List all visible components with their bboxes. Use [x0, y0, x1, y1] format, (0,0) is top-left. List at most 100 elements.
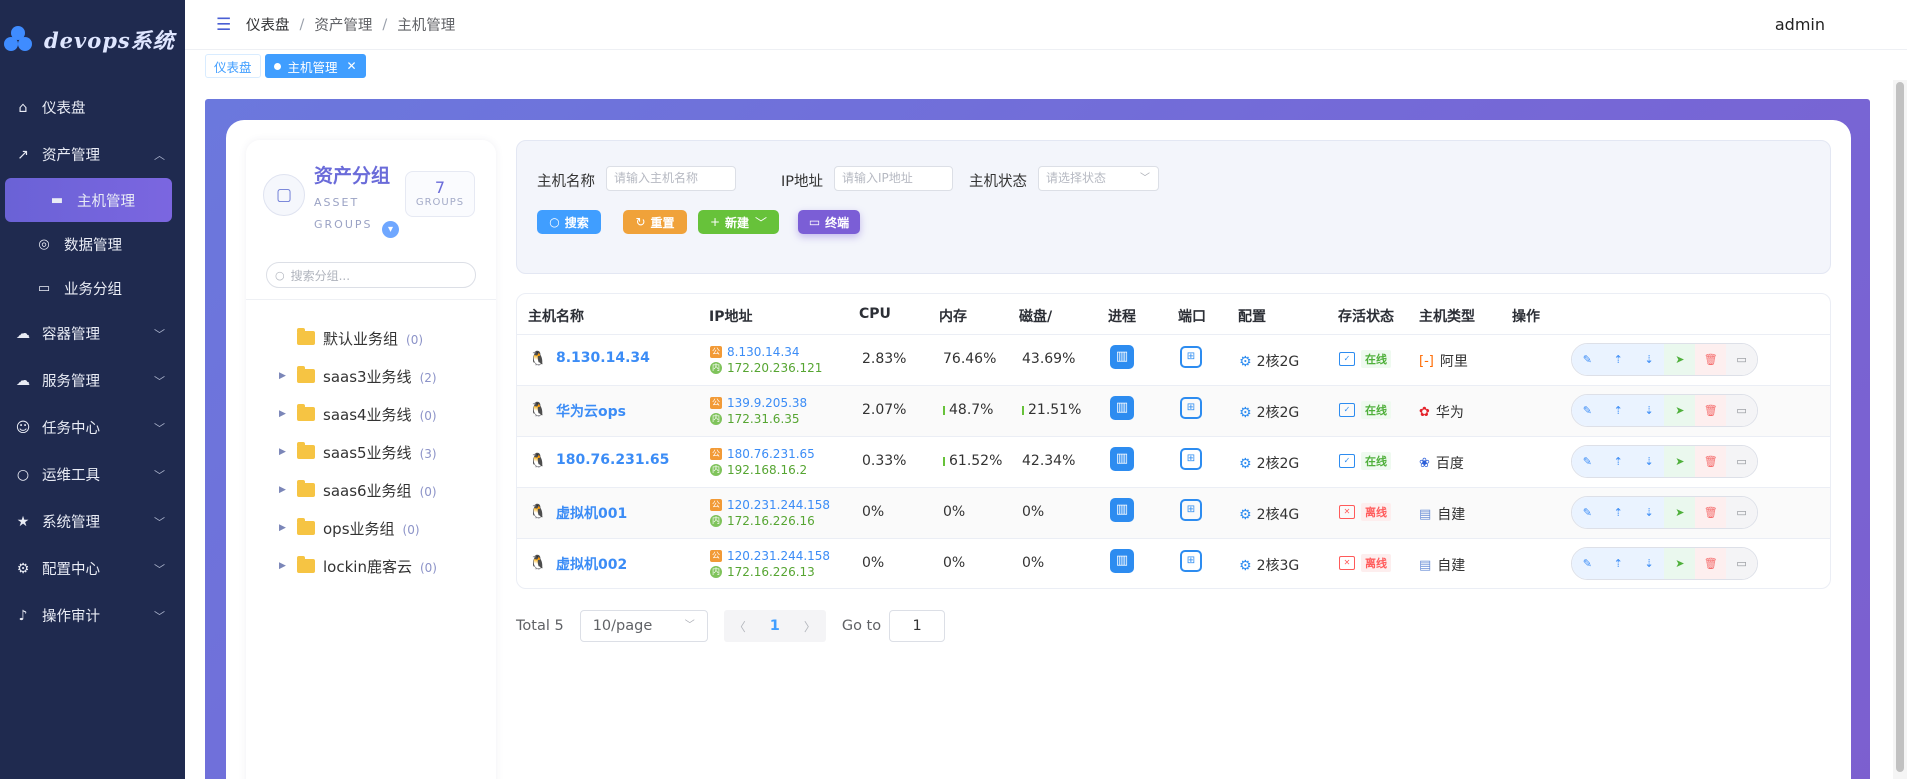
host-name-link[interactable]: 8.130.14.34: [556, 350, 650, 366]
column-header: 磁盘/: [1019, 309, 1053, 325]
sidebar-item-business-group[interactable]: ▭ 业务分组: [0, 266, 185, 310]
port-icon[interactable]: ⊞: [1180, 397, 1202, 419]
goto-input[interactable]: 1: [889, 610, 946, 642]
sidebar-item-config[interactable]: ⚙ 配置中心 ﹀: [0, 545, 185, 592]
next-page-icon[interactable]: 〉: [804, 618, 816, 635]
edit-icon[interactable]: ✎: [1572, 497, 1603, 528]
sidebar-item-data-management[interactable]: ◎ 数据管理: [0, 222, 185, 266]
terminal-button[interactable]: ▭ 终端: [798, 210, 860, 234]
process-chart-icon[interactable]: ▥: [1110, 396, 1134, 420]
caret-right-icon[interactable]: ▶: [279, 447, 286, 457]
group-item[interactable]: ▶ saas3业务线 (2): [246, 357, 496, 395]
delete-icon[interactable]: 🗑: [1695, 446, 1727, 477]
page-size-select[interactable]: 10/page ﹀: [579, 610, 708, 642]
delete-icon[interactable]: 🗑: [1695, 395, 1727, 426]
group-item[interactable]: ▶ saas6业务组 (0): [246, 471, 496, 509]
sidebar-item-assets[interactable]: ↗ 资产管理 ︿: [0, 131, 185, 178]
upload-icon[interactable]: ⇡: [1602, 344, 1634, 375]
page-number[interactable]: 1: [770, 618, 780, 634]
edit-icon[interactable]: ✎: [1572, 395, 1603, 426]
sidebar-item-audit[interactable]: ♪ 操作审计 ﹀: [0, 592, 185, 639]
sidebar-item-system[interactable]: ★ 系统管理 ﹀: [0, 498, 185, 545]
edit-icon[interactable]: ✎: [1572, 446, 1603, 477]
host-name-link[interactable]: 虚拟机002: [556, 554, 627, 574]
group-search-input[interactable]: ○ 搜索分组...: [266, 262, 476, 288]
breadcrumb-item[interactable]: 仪表盘: [246, 14, 290, 35]
chevron-down-icon[interactable]: ▾: [382, 221, 399, 238]
upload-icon[interactable]: ⇡: [1602, 395, 1634, 426]
presentation-icon: ▢: [263, 174, 305, 216]
user-menu[interactable]: admin: [1775, 15, 1825, 34]
cpu-value: 0.33%: [862, 453, 907, 469]
process-chart-icon[interactable]: ▥: [1110, 345, 1134, 369]
caret-right-icon[interactable]: ▶: [279, 371, 286, 381]
caret-right-icon[interactable]: ▶: [279, 485, 286, 495]
linux-icon: 🐧: [529, 402, 547, 418]
delete-icon[interactable]: 🗑: [1695, 497, 1727, 528]
send-icon[interactable]: ➤: [1664, 344, 1696, 375]
port-icon[interactable]: ⊞: [1180, 550, 1202, 572]
menu-fold-icon[interactable]: ☰: [216, 15, 234, 35]
group-search-placeholder: 搜索分组...: [290, 268, 351, 283]
host-name-link[interactable]: 虚拟机001: [556, 503, 627, 523]
terminal-icon[interactable]: ▭: [1726, 548, 1757, 579]
delete-icon[interactable]: 🗑: [1695, 548, 1727, 579]
host-name-link[interactable]: 180.76.231.65: [556, 452, 669, 468]
upload-icon[interactable]: ⇡: [1602, 497, 1634, 528]
sidebar-item-tasks[interactable]: ☺ 任务中心 ﹀: [0, 404, 185, 451]
caret-right-icon[interactable]: ▶: [279, 561, 286, 571]
send-icon[interactable]: ➤: [1664, 395, 1696, 426]
send-icon[interactable]: ➤: [1664, 497, 1696, 528]
sidebar-item-label: 运维工具: [42, 468, 100, 484]
terminal-icon[interactable]: ▭: [1726, 395, 1757, 426]
download-icon[interactable]: ⇣: [1633, 446, 1665, 477]
page-scrollbar[interactable]: [1893, 80, 1907, 779]
search-button[interactable]: ○ 搜索: [537, 210, 601, 234]
new-button[interactable]: + 新建 ﹀: [698, 210, 779, 234]
upload-icon[interactable]: ⇡: [1602, 548, 1634, 579]
sidebar-item-host-management[interactable]: ▬ 主机管理: [5, 178, 172, 222]
host-name-link[interactable]: 华为云ops: [556, 401, 626, 421]
port-icon[interactable]: ⊞: [1180, 448, 1202, 470]
port-icon[interactable]: ⊞: [1180, 499, 1202, 521]
caret-right-icon[interactable]: ▶: [279, 409, 286, 419]
group-item[interactable]: 默认业务组 (0): [246, 319, 496, 357]
download-icon[interactable]: ⇣: [1633, 395, 1665, 426]
host-name-label: 主机名称: [537, 174, 595, 190]
caret-right-icon[interactable]: ▶: [279, 523, 286, 533]
port-icon[interactable]: ⊞: [1180, 346, 1202, 368]
scrollbar-thumb[interactable]: [1896, 82, 1904, 772]
host-status-select[interactable]: 请选择状态 ﹀: [1038, 166, 1159, 191]
terminal-icon[interactable]: ▭: [1726, 446, 1757, 477]
host-name-input[interactable]: 请输入主机名称: [606, 166, 736, 191]
group-item[interactable]: ▶ lockin鹿客云 (0): [246, 547, 496, 585]
delete-icon[interactable]: 🗑: [1695, 344, 1727, 375]
terminal-icon[interactable]: ▭: [1726, 497, 1757, 528]
terminal-icon[interactable]: ▭: [1726, 344, 1757, 375]
send-icon[interactable]: ➤: [1664, 446, 1696, 477]
download-icon[interactable]: ⇣: [1633, 548, 1665, 579]
sidebar-item-ops-tools[interactable]: ○ 运维工具 ﹀: [0, 451, 185, 498]
send-icon[interactable]: ➤: [1664, 548, 1696, 579]
edit-icon[interactable]: ✎: [1572, 548, 1603, 579]
sidebar-item-dashboard[interactable]: ⌂ 仪表盘: [0, 84, 185, 131]
edit-icon[interactable]: ✎: [1572, 344, 1603, 375]
process-chart-icon[interactable]: ▥: [1110, 498, 1134, 522]
sidebar-item-services[interactable]: ☁ 服务管理 ﹀: [0, 357, 185, 404]
sidebar-item-containers[interactable]: ☁ 容器管理 ﹀: [0, 310, 185, 357]
download-icon[interactable]: ⇣: [1633, 497, 1665, 528]
download-icon[interactable]: ⇣: [1633, 344, 1665, 375]
tag-host-management[interactable]: 主机管理 ✕: [264, 54, 366, 78]
prev-page-icon[interactable]: 〈: [734, 618, 746, 635]
reset-button[interactable]: ↻ 重置: [623, 210, 687, 234]
process-chart-icon[interactable]: ▥: [1110, 447, 1134, 471]
tablet-icon: ▭: [37, 280, 51, 296]
tag-dashboard[interactable]: 仪表盘: [205, 54, 261, 78]
ip-input[interactable]: 请输入IP地址: [834, 166, 953, 191]
group-item[interactable]: ▶ ops业务组 (0): [246, 509, 496, 547]
close-icon[interactable]: ✕: [347, 59, 357, 73]
process-chart-icon[interactable]: ▥: [1110, 549, 1134, 573]
upload-icon[interactable]: ⇡: [1602, 446, 1634, 477]
group-item[interactable]: ▶ saas4业务线 (0): [246, 395, 496, 433]
group-item[interactable]: ▶ saas5业务线 (3): [246, 433, 496, 471]
